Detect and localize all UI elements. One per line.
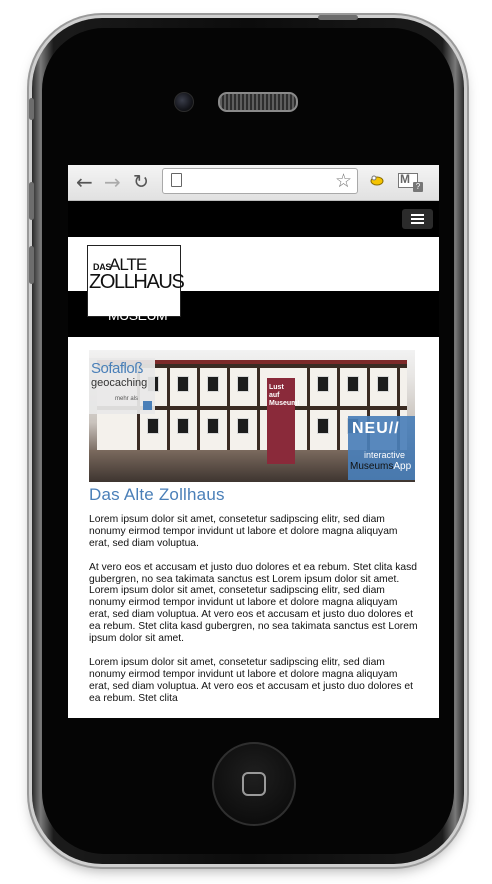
volume-down-button <box>29 246 34 284</box>
front-camera <box>174 92 194 112</box>
logo-museum: MUSEUM <box>108 307 168 323</box>
url-input[interactable]: ☆ <box>162 168 358 194</box>
volume-up-button <box>29 182 34 220</box>
home-button[interactable] <box>212 742 296 826</box>
forward-icon[interactable]: → <box>104 171 121 193</box>
earpiece-speaker <box>218 92 298 112</box>
museum-poster: Lust auf Museum! <box>267 378 300 464</box>
paragraph: At vero eos et accusam et justo duo dolo… <box>89 561 418 645</box>
sofa-subtitle: geocaching <box>91 377 148 389</box>
home-square-icon <box>242 772 266 796</box>
page-icon <box>171 173 182 187</box>
mute-switch <box>29 98 34 120</box>
logo-hitzacker: HITZACKER (ELBE) <box>89 298 160 307</box>
site-navbar <box>68 201 439 237</box>
neu-line2: MuseumsApp <box>350 461 412 472</box>
hero-banner-image[interactable]: Lust auf Museum! Sofafloß geocaching meh… <box>89 350 415 482</box>
paragraph: Lorem ipsum dolor sit amet, consetetur s… <box>89 656 413 704</box>
sofa-title: Sofafloß <box>91 360 143 377</box>
browser-toolbar: ← → ↻ ☆ M ? <box>68 165 439 201</box>
neu-label: NEU// <box>352 420 400 437</box>
sofafloss-teaser[interactable]: Sofafloß geocaching mehr als <box>89 358 155 414</box>
star-icon[interactable]: ☆ <box>335 170 352 192</box>
gmail-badge: ? <box>413 182 423 192</box>
sofa-more: mehr als <box>115 396 139 402</box>
article-body: Lorem ipsum dolor sit amet, consetetur s… <box>89 514 419 716</box>
paragraph: Lorem ipsum dolor sit amet, consetetur s… <box>89 514 398 549</box>
phone-screen: ← → ↻ ☆ M ? DAS ALTE ZOLLHAUS HITZACKER … <box>68 165 439 718</box>
logo-zollhaus: ZOLLHAUS <box>89 271 185 293</box>
neu-line1: interactive <box>364 450 406 460</box>
page-title: Das Alte Zollhaus <box>89 485 225 504</box>
museum-app-teaser[interactable]: NEU// interactive MuseumsApp <box>348 416 415 480</box>
hamburger-menu-icon[interactable] <box>402 209 433 229</box>
gmail-icon[interactable]: M ? <box>398 172 423 192</box>
sofa-arrow-icon <box>143 401 152 410</box>
reload-icon[interactable]: ↻ <box>133 171 149 193</box>
extension-icon[interactable] <box>369 173 385 187</box>
power-button <box>318 15 358 20</box>
back-icon[interactable]: ← <box>76 171 93 193</box>
